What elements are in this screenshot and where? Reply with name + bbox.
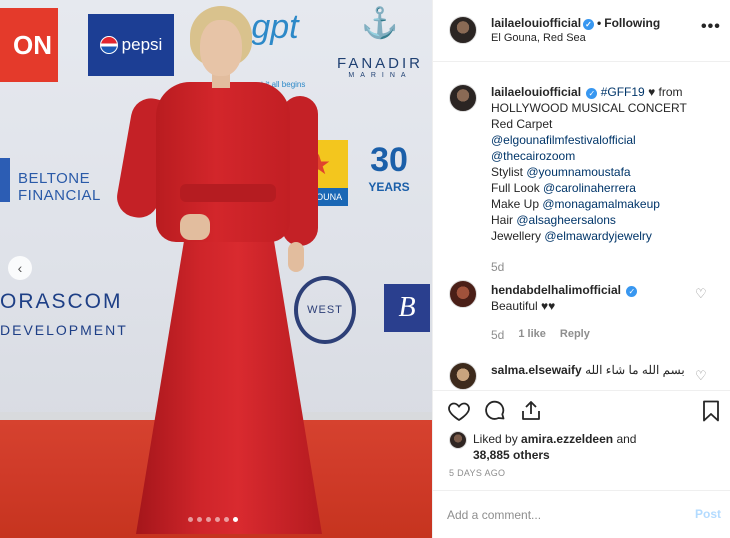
right-hand xyxy=(288,242,304,272)
add-comment-input[interactable] xyxy=(447,505,677,525)
post-header: lailaelouiofficial ✓ • Following El Gouna, … xyxy=(433,0,730,62)
comments-section[interactable]: lailaelouiofficial ✓ #GFF19 ♥ from HOLLY… xyxy=(433,62,730,390)
liker-username[interactable]: amira.ezzeldeen xyxy=(521,432,613,446)
comment-likes[interactable]: 1 like xyxy=(518,328,546,342)
mention-link[interactable]: @carolinaherrera xyxy=(543,181,636,195)
caption-text: Stylist xyxy=(491,165,524,179)
author-avatar[interactable] xyxy=(449,16,477,44)
commenter-avatar[interactable] xyxy=(449,280,477,308)
header-user-line: lailaelouiofficial ✓ • Following xyxy=(491,16,660,30)
mention-link[interactable]: @thecairozoom xyxy=(491,149,575,163)
left-hand xyxy=(180,214,210,240)
separator-dot: • xyxy=(597,16,602,30)
liker-avatar[interactable] xyxy=(449,431,467,449)
comment-username[interactable]: salma.elsewaify xyxy=(491,363,582,377)
caption-text: from xyxy=(658,85,683,99)
pepsi-globe-icon xyxy=(99,36,118,54)
share-icon[interactable] xyxy=(519,399,543,423)
likes-summary: Liked by amira.ezzeldeen and 38,885 othe… xyxy=(473,431,713,463)
commenter-avatar[interactable] xyxy=(449,362,477,390)
comment-timestamp[interactable]: 5d xyxy=(491,328,504,342)
caption-author-avatar[interactable] xyxy=(449,84,477,112)
verified-badge-icon: ✓ xyxy=(626,286,638,297)
caption-text: Red Carpet xyxy=(491,117,553,131)
post-panel: lailaelouiofficial ✓ • Following El Gouna, … xyxy=(432,0,730,538)
following-button[interactable]: Following xyxy=(604,16,660,30)
caption-timestamp[interactable]: 5d xyxy=(491,260,504,274)
mention-link[interactable]: @monagamalmakeup xyxy=(542,197,660,211)
person-in-red-gown xyxy=(113,6,326,534)
carousel-dot xyxy=(188,517,193,522)
bookmark-icon[interactable] xyxy=(699,399,723,423)
gown-sash xyxy=(180,184,276,202)
like-comment-heart-icon[interactable]: ♡ xyxy=(695,286,707,302)
logo-on: ON xyxy=(0,8,58,82)
comment: hendabdelhalimofficial ✓ Beautiful ♥♥ xyxy=(491,282,691,314)
like-comment-heart-icon[interactable]: ♡ xyxy=(695,368,707,384)
comment: salma.elsewaify بسم الله ما شاء الله xyxy=(491,362,691,378)
comment-meta: 5d 1 like Reply xyxy=(491,328,590,342)
others-likes-link[interactable]: 38,885 others xyxy=(473,448,550,462)
face xyxy=(200,20,242,76)
caption-text: Make Up xyxy=(491,197,540,211)
more-options-icon[interactable]: ••• xyxy=(701,18,721,36)
post-caption: lailaelouiofficial ✓ #GFF19 ♥ from HOLLY… xyxy=(491,84,721,244)
comment-bubble-icon[interactable] xyxy=(483,399,507,423)
carousel-dots xyxy=(188,517,238,522)
logo-stripe xyxy=(0,158,10,202)
carousel-dot-active xyxy=(233,517,238,522)
carousel-dot xyxy=(224,517,229,522)
post-comment-button[interactable]: Post xyxy=(695,507,721,521)
liked-by-label: Liked by xyxy=(473,432,518,446)
reply-button[interactable]: Reply xyxy=(560,328,590,342)
caption-text: HOLLYWOOD MUSICAL CONCERT xyxy=(491,101,687,115)
carousel-dot xyxy=(206,517,211,522)
post-date[interactable]: 5 DAYS AGO xyxy=(449,468,505,478)
heart-emoji: ♥ xyxy=(648,85,656,99)
anchor-icon: ⚓ xyxy=(361,7,399,40)
gown-bodice xyxy=(156,82,290,242)
carousel-dot xyxy=(197,517,202,522)
carousel-prev-button[interactable]: ‹ xyxy=(8,256,32,280)
mention-link[interactable]: @youmnamoustafa xyxy=(526,165,630,179)
like-heart-icon[interactable] xyxy=(447,399,471,423)
post-location[interactable]: El Gouna, Red Sea xyxy=(491,32,586,44)
caption-text: Jewellery xyxy=(491,229,542,243)
liked-by-and: and xyxy=(616,432,637,446)
post-photo[interactable]: ON pepsi gpt put it all begins ⚓ FANADIR… xyxy=(0,0,432,538)
comment-text: Beautiful ♥♥ xyxy=(491,299,556,313)
add-comment-bar: Post xyxy=(433,490,730,538)
caption-username[interactable]: lailaelouiofficial xyxy=(491,85,581,99)
mention-link[interactable]: @alsagheersalons xyxy=(516,213,616,227)
mention-link[interactable]: @elmawardyjewelry xyxy=(544,229,652,243)
logo-fanadir: ⚓ FANADIR MARINA xyxy=(330,6,430,96)
caption-text: Full Look xyxy=(491,181,540,195)
caption-text: Hair xyxy=(491,213,514,227)
comment-text: بسم الله ما شاء الله xyxy=(585,363,685,377)
logo-30-years: 30 YEARS xyxy=(368,141,410,194)
carousel-dot xyxy=(215,517,220,522)
logo-b: B xyxy=(384,284,430,332)
post-actions: Liked by amira.ezzeldeen and 38,885 othe… xyxy=(433,390,730,486)
verified-badge-icon: ✓ xyxy=(583,19,595,30)
author-username[interactable]: lailaelouiofficial xyxy=(491,16,581,30)
verified-badge-icon: ✓ xyxy=(586,88,598,99)
mention-link[interactable]: @elgounafilmfestivalofficial xyxy=(491,133,636,147)
chevron-left-icon: ‹ xyxy=(17,260,23,276)
comment-username[interactable]: hendabdelhalimofficial xyxy=(491,283,621,297)
hashtag-link[interactable]: #GFF19 xyxy=(601,85,645,99)
